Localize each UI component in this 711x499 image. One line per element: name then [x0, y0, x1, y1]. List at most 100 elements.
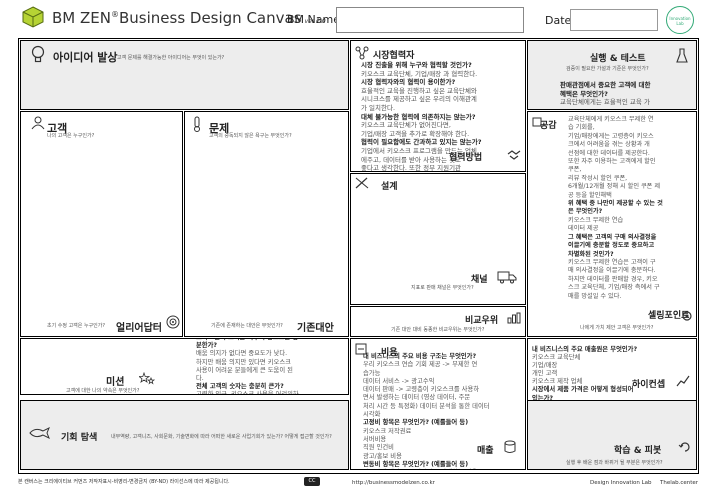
- text-line: 습 기회를,: [568, 124, 595, 132]
- loop-icon: [678, 442, 690, 452]
- footer-center-link[interactable]: Thelab.center: [660, 480, 698, 486]
- text-line: 습가능: [363, 369, 381, 377]
- text-line: 매 의사결정을 이끌기에 충분하다.: [568, 267, 656, 275]
- text-line: 키오스크 교육단체: [532, 354, 581, 362]
- mission-body: 고객 1인이 느끼는 욕구의 중요도는 중분한가?배움 의지가 없다면 중요도가…: [196, 339, 348, 395]
- text-line: 또한 자주 이용하는 고객에게 할인: [568, 158, 656, 166]
- revenue-title: 매출: [477, 446, 494, 456]
- pencil-ruler-icon: [355, 177, 369, 189]
- text-line: 직원 인건비: [363, 444, 394, 452]
- feedback-cell[interactable]: 학습 & 피봇 실행 후 배운 점과 바뀌거 될 부분은 무엇인가?: [527, 400, 697, 470]
- text-line: 선점에 대한 데이터를 제공한다.: [568, 149, 650, 157]
- empathy-body: 교육단체에게 키오스크 무제한 연습 기회를, 기업/매장에게는 고령층이 키오스…: [568, 116, 696, 301]
- text-line: 고령화 인구, 키오스크 사용을 어려워하: [196, 391, 299, 395]
- social-subtitle: 내부역량, 고객니즈, 사회문화, 기술변화에 따라 어떠한 새로운 사업기회가…: [111, 434, 332, 440]
- idea-cell[interactable]: 아이디어 발상 고객 문제를 해결가능한 아이디어는 무엇이 있는가?: [20, 40, 349, 110]
- text-line: 6개월/12개월 정해 시 할인 쿠폰 제: [568, 183, 661, 191]
- mission-subtitle: 고객에 대한 나의 약속은 무엇인가?: [66, 388, 140, 394]
- test-cell[interactable]: 실행 & 테스트 검증이 필요한 가설과 기준은 무엇인가? 판매관점에서 중요…: [527, 40, 697, 110]
- cost-cell[interactable]: 비용 내 비즈니스의 주요 비용 구조는 무엇인가? 우리 키오스크 연습 기회 …: [350, 338, 526, 470]
- social-cell[interactable]: 기회 탐색 내부역량, 고객니즈, 사회문화, 기술변화에 따라 어떠한 새로운…: [20, 400, 349, 470]
- feedback-title: 학습 & 피봇: [614, 446, 662, 456]
- target-icon: [166, 315, 180, 329]
- canvas-header: BM ZEN®Business Design Canvas ver 2.0 BM …: [0, 0, 711, 38]
- text-line: 기업/매장에게는 고령층이 키오스: [568, 132, 654, 140]
- network-icon: [355, 46, 369, 60]
- text-line: 우리 키오스크 연습 기회 제공 -> 무제한 연: [363, 361, 478, 369]
- empathy-title: 공감: [540, 121, 557, 131]
- text-line: 공 등을 할인해택: [568, 191, 612, 199]
- test-subtitle: 검증이 필요한 가설과 기준은 무엇인가?: [566, 66, 649, 72]
- text-line: 키오스크 교육단체, 기업/매장 과 협력한다.: [361, 69, 478, 78]
- idea-title: 아이디어 발상: [53, 51, 118, 64]
- test-body: 판매관점에서 중요한 고객에 대한 혜택은 무엇인가? 교육단체에게는 효율적인 교…: [560, 81, 696, 107]
- text-line: 광고/홍보 비용: [363, 452, 402, 460]
- high-concept-title: 하이컨셉: [632, 380, 666, 390]
- early-adopter-subtitle: 초기 수정 고객은 누구인가?: [47, 323, 106, 329]
- selling-point-subtitle: 나에게 가치 제안 고객은 무엇인가?: [580, 325, 654, 331]
- innovation-seal-icon: Innovation Lab: [666, 6, 694, 34]
- footer-lab: Design Innovation Lab: [590, 480, 652, 486]
- date-field[interactable]: [570, 9, 658, 31]
- text-line: 판매관점에서 중요한 고객에 대한: [560, 81, 651, 89]
- empathy-cell[interactable]: 공감 교육단체에게 키오스크 무제한 연습 기회를, 기업/매장에게는 고령층이 …: [527, 111, 697, 337]
- text-line: 시니크스를 제공하고 싶은 우리의 이해관계: [361, 95, 477, 104]
- text-line: 기업에서 키오스크 프로그램을 만드는 업체: [361, 146, 477, 155]
- text-line: 하지만 배움 의지만 있다면 키오스크: [196, 358, 291, 366]
- alt-title: 기존대안: [297, 323, 334, 334]
- text-line: 사용이 어려운 분들에게 큰 도움이 된: [196, 366, 293, 374]
- text-line: 하지만 데이터를 판매할 경우, 키오: [568, 275, 658, 283]
- idea-subtitle: 고객 문제를 해결가능한 아이디어는 무엇이 있는가?: [117, 55, 225, 61]
- stars-icon: [139, 372, 155, 385]
- person-icon: [31, 116, 45, 130]
- text-line: 내 비즈니스의 주요 매출원은 무엇인가?: [532, 346, 638, 353]
- text-line: 키오스크 저작권료: [363, 427, 412, 435]
- gear-icon: [682, 311, 692, 321]
- partners-cell[interactable]: 시장협력자 시장 진출을 위해 누구와 협력할 것인가? 키오스크 교육단체, 기…: [350, 40, 526, 172]
- text-line: 에주고, 데이터를 받아 사용하는 것도: [361, 155, 462, 164]
- chart-up-icon: [676, 375, 690, 387]
- test-title: 실행 & 테스트: [590, 54, 646, 64]
- footer-url-link[interactable]: http://businessmodelzen.co.kr: [352, 480, 435, 486]
- text-line: 협력이 필요함에도 간과하고 있지는 않는가?: [361, 138, 482, 147]
- text-line: 이끌기에 충분할 정도로 중요하고: [568, 242, 655, 250]
- bm-name-field[interactable]: [336, 7, 524, 33]
- text-line: 데이터 서비스 -> 광고수익: [363, 377, 435, 385]
- feedback-subtitle: 실행 후 배운 점과 바뀌거 될 부분은 무엇인가?: [566, 460, 663, 466]
- truck-icon: [497, 271, 517, 284]
- design-cell[interactable]: 설계 채널 지표로 판매 채널은 무엇인가?: [350, 173, 526, 305]
- channel-subtitle: 지표로 판매 채널은 무엇인가?: [411, 285, 474, 291]
- problem-cell[interactable]: 문제 고객의 중독되지 않은 욕구는 무엇인가? 기존대안 기존에 존재하는 대…: [184, 111, 349, 337]
- competition-subtitle: 기존 대안 대비 동종한 비교우위는 무엇인가?: [391, 327, 485, 333]
- coins-icon: [504, 440, 516, 453]
- bar-chart-icon: [507, 312, 521, 324]
- license-text: 본 캔버스는 크리에이티브 커먼즈 저작자표시-비영리-변경금지 (BY-ND)…: [18, 479, 230, 485]
- design-title: 설계: [381, 182, 398, 192]
- text-line: 변동비 항목은 무엇인가? (예를들어 등): [363, 460, 469, 468]
- mission-cell[interactable]: 미션 고객에 대한 나의 약속은 무엇인가? 고객 1인이 느끼는 욕구의 중요…: [20, 338, 349, 395]
- problem-subtitle: 고객의 중독되지 않은 욕구는 무엇인가?: [209, 133, 292, 139]
- competition-title: 비교우위: [465, 316, 499, 326]
- competition-cell[interactable]: 비교우위 기존 대안 대비 동종한 비교우위는 무엇인가?: [350, 306, 526, 337]
- mission-title: 미션: [106, 377, 125, 388]
- text-line: 리뷰 작성시 할인 쿠폰,: [568, 174, 628, 182]
- text-line: 매를 망설일 수 있다.: [568, 292, 622, 300]
- text-line: 다.: [196, 375, 204, 383]
- whale-icon: [29, 427, 50, 439]
- thermometer-icon: [194, 116, 200, 132]
- customer-subtitle: 나의 고객은 누구인가?: [47, 133, 95, 139]
- text-line: 키오스크 교육단체가 없어진다면,: [361, 121, 451, 130]
- text-line: 고정비 항목은 무엇인가? (예를들어 등): [363, 419, 469, 427]
- early-adopter-title: 얼리어답터: [116, 323, 162, 334]
- document-icon: [532, 117, 542, 127]
- date-label: Date: [545, 14, 572, 27]
- text-line: 크에서 어려움을 겪는 상황과 개: [568, 141, 650, 149]
- text-line: 스크 교육단체, 기업/매장 측에서 구: [568, 284, 660, 292]
- text-line: 면서 발생하는 데이터 (영상 데이터, 주문: [363, 394, 471, 402]
- text-line: 원부자재 제작 공급 단가별로 발생하는 비용: [363, 469, 525, 470]
- text-line: 가 일치한다.: [361, 103, 396, 112]
- handshake-icon: [507, 150, 521, 160]
- customer-cell[interactable]: 고객 나의 고객은 누구인가? 얼리어답터 초기 수정 고객은 누구인가?: [20, 111, 183, 337]
- alt-subtitle: 기존에 존재하는 대안은 무엇인가?: [211, 323, 283, 329]
- lightbulb-icon: [31, 45, 45, 63]
